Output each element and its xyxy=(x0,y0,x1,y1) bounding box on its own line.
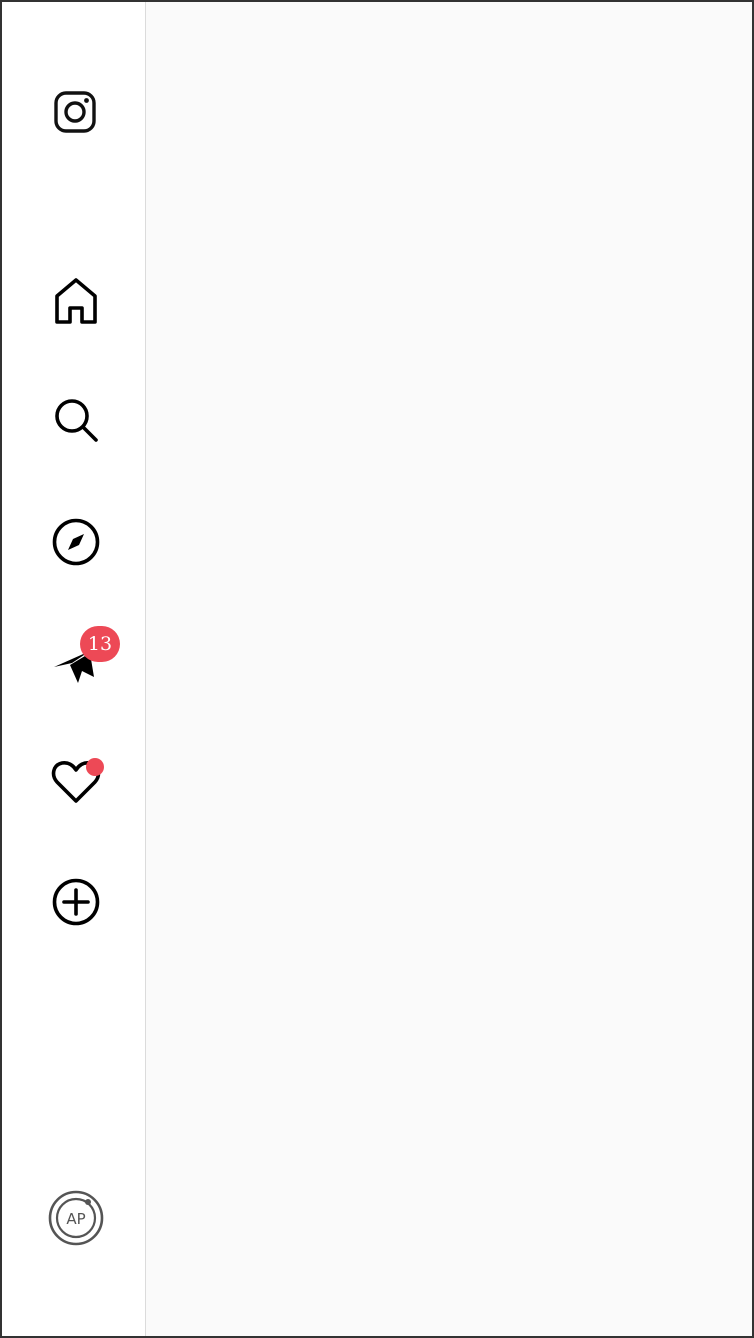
home-icon[interactable] xyxy=(48,273,104,329)
avatar-initials: AP xyxy=(66,1210,85,1228)
compass-icon[interactable] xyxy=(48,514,104,570)
avatar-icon: AP xyxy=(48,1190,104,1246)
plus-circle-icon[interactable] xyxy=(48,874,104,930)
instagram-logo-icon[interactable] xyxy=(47,84,103,140)
sidebar: 13 AP xyxy=(2,2,146,1336)
search-icon[interactable] xyxy=(48,392,104,448)
app-window: 13 AP xyxy=(0,0,754,1338)
unread-messages-badge: 13 xyxy=(80,626,120,662)
notification-dot xyxy=(86,758,104,776)
main-content xyxy=(147,2,752,1336)
avatar[interactable]: AP xyxy=(48,1190,104,1246)
